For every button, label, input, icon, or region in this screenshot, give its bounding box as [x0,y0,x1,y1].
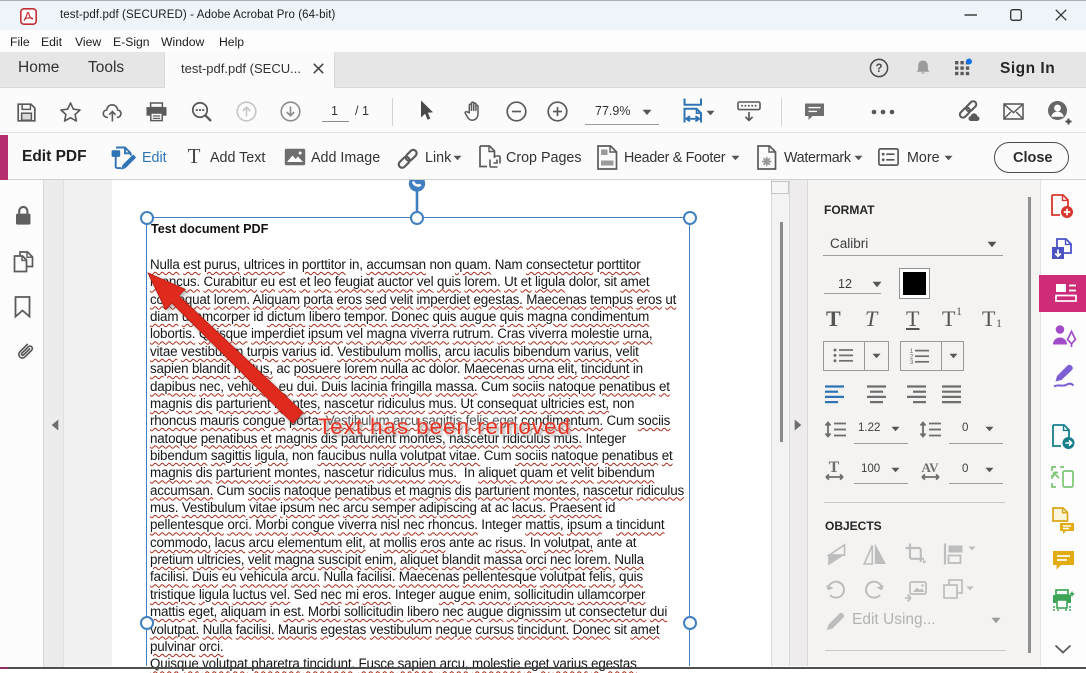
svg-text:AV: AV [921,460,939,475]
svg-text:?: ? [875,63,882,75]
svg-text:3: 3 [910,359,914,366]
svg-text:T: T [829,459,840,476]
svg-text:T: T [188,144,201,168]
